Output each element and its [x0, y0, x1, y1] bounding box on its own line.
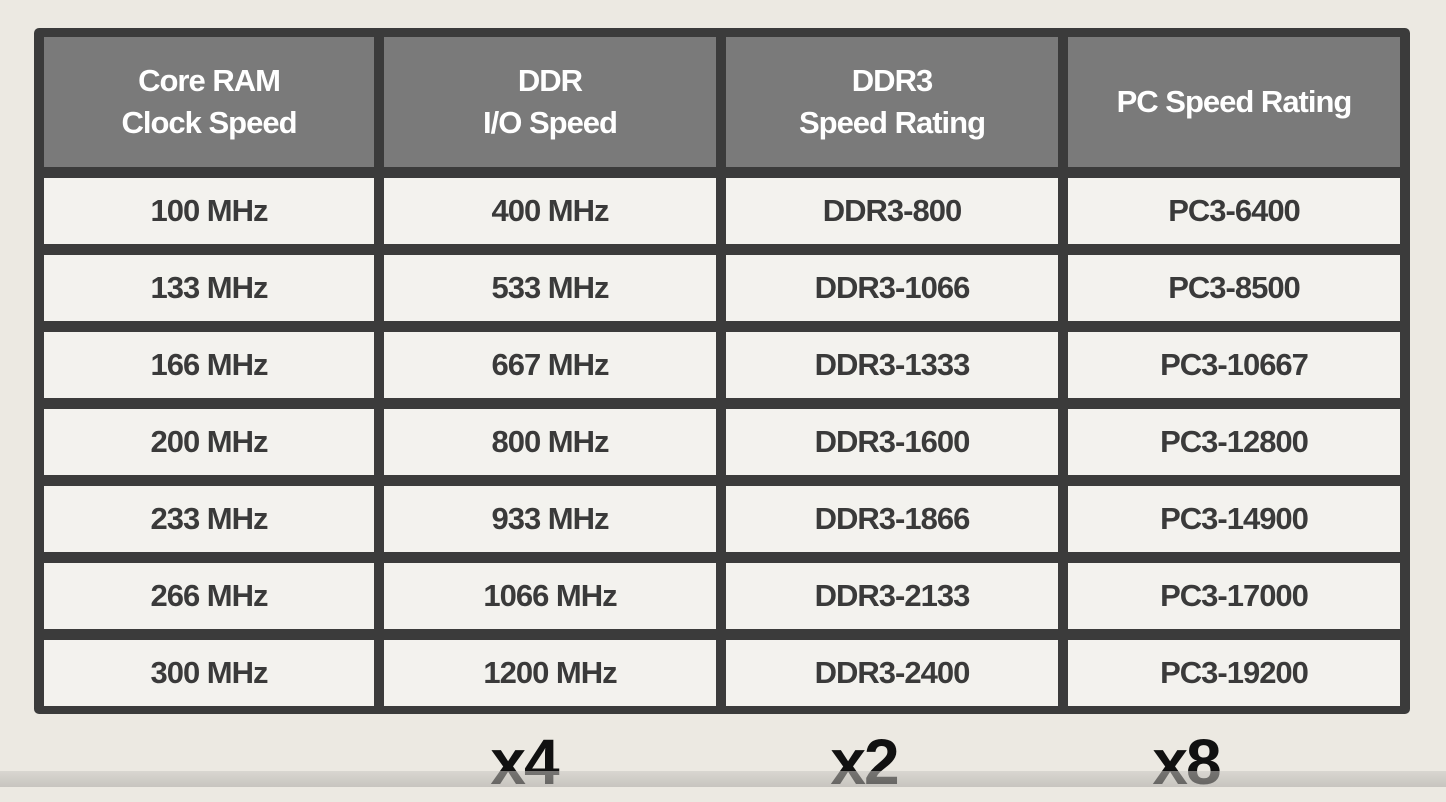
table-cell-io-speed: 667 MHz: [384, 332, 716, 398]
table-cell-ddr3-rating: DDR3-2400: [726, 640, 1058, 706]
table-cell-ddr3-rating: DDR3-800: [726, 178, 1058, 244]
table-cell-io-speed: 533 MHz: [384, 255, 716, 321]
header-ddr3-speed-rating: DDR3 Speed Rating: [726, 37, 1058, 167]
table-cell-clock-speed: 300 MHz: [44, 640, 374, 706]
table-cell-ddr3-rating: DDR3-1600: [726, 409, 1058, 475]
ddr3-speed-table: Core RAM Clock Speed DDR I/O Speed DDR3 …: [34, 28, 1410, 714]
table-cell-io-speed: 800 MHz: [384, 409, 716, 475]
table-cell-io-speed: 1200 MHz: [384, 640, 716, 706]
table-cell-io-speed: 1066 MHz: [384, 563, 716, 629]
table-cell-pc-rating: PC3-8500: [1068, 255, 1400, 321]
table-cell-ddr3-rating: DDR3-1066: [726, 255, 1058, 321]
table-cell-clock-speed: 266 MHz: [44, 563, 374, 629]
header-pc-speed-rating: PC Speed Rating: [1068, 37, 1400, 167]
multiplier-io-speed: x4: [490, 726, 559, 798]
header-ddr-io-speed: DDR I/O Speed: [384, 37, 716, 167]
table-cell-ddr3-rating: DDR3-2133: [726, 563, 1058, 629]
table-cell-pc-rating: PC3-14900: [1068, 486, 1400, 552]
table-cell-io-speed: 933 MHz: [384, 486, 716, 552]
bottom-edge-shadow: [0, 771, 1446, 787]
table-cell-pc-rating: PC3-12800: [1068, 409, 1400, 475]
table-cell-ddr3-rating: DDR3-1866: [726, 486, 1058, 552]
table-cell-clock-speed: 200 MHz: [44, 409, 374, 475]
table-cell-clock-speed: 233 MHz: [44, 486, 374, 552]
table-cell-pc-rating: PC3-10667: [1068, 332, 1400, 398]
table-cell-pc-rating: PC3-19200: [1068, 640, 1400, 706]
table-cell-io-speed: 400 MHz: [384, 178, 716, 244]
table-cell-pc-rating: PC3-6400: [1068, 178, 1400, 244]
table-cell-clock-speed: 166 MHz: [44, 332, 374, 398]
table-cell-clock-speed: 133 MHz: [44, 255, 374, 321]
multiplier-ddr3-rating: x2: [830, 726, 899, 798]
header-core-ram-clock-speed: Core RAM Clock Speed: [44, 37, 374, 167]
table-cell-ddr3-rating: DDR3-1333: [726, 332, 1058, 398]
table-cell-clock-speed: 100 MHz: [44, 178, 374, 244]
table-cell-pc-rating: PC3-17000: [1068, 563, 1400, 629]
multiplier-pc-rating: x8: [1152, 726, 1221, 798]
